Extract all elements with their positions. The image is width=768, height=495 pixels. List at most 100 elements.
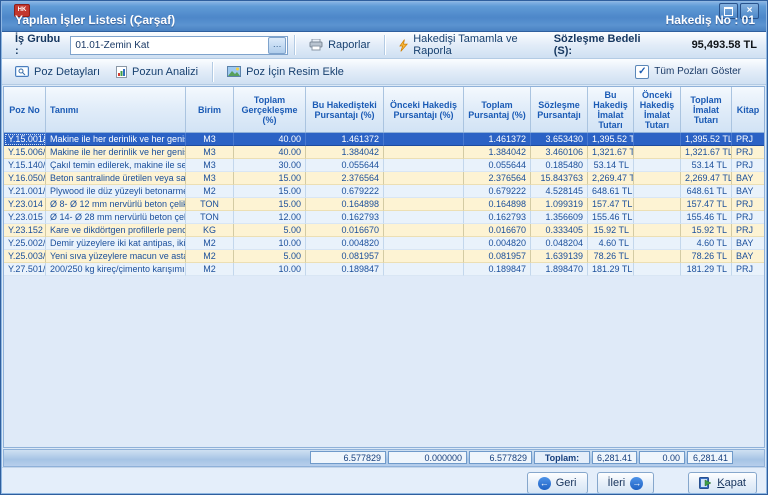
cell-bu_tutar: 181.29 TL — [588, 263, 634, 276]
resim-ekle-button[interactable]: Poz İçin Resim Ekle — [219, 63, 352, 81]
cell-gerceklesme: 15.00 — [234, 198, 306, 211]
table-row[interactable]: Y.16.050/04Beton santralinde üretilen ve… — [4, 172, 764, 185]
cell-onceki_tutar — [634, 198, 681, 211]
summary-toplam-pursantaj: 6.577829 — [469, 451, 532, 464]
cell-poz: Y.15.140/04 — [4, 159, 46, 172]
raporlar-button[interactable]: Raporlar — [301, 36, 378, 54]
cell-tanim: Makine ile her derinlik ve her genişlikt… — [46, 146, 186, 159]
table-row[interactable]: Y.15.001/2BMakine ile her derinlik ve he… — [4, 133, 764, 146]
cell-tanim: Yeni sıva yüzeylere macun ve astar uyg — [46, 250, 186, 263]
cell-onceki_tutar — [634, 211, 681, 224]
col-bu-hakedis-imalat[interactable]: Bu Hakediş İmalat Tutarı — [588, 87, 634, 132]
cell-toplam_tutar: 157.47 TL — [681, 198, 732, 211]
cell-onceki_tutar — [634, 159, 681, 172]
cell-toplam_purs: 0.055644 — [464, 159, 531, 172]
kapat-button[interactable]: Kapat — [688, 472, 757, 494]
tum-pozlar-toggle[interactable]: ✓ Tüm Pozları Göster — [635, 65, 741, 79]
table-row[interactable]: Y.23.152Kare ve dikdörtgen profillerle p… — [4, 224, 764, 237]
raporlar-label: Raporlar — [328, 39, 370, 51]
works-table: Poz No Tanımı Birim Toplam Gerçekleşme (… — [3, 86, 765, 448]
cell-gerceklesme: 30.00 — [234, 159, 306, 172]
hakedisi-tamamla-button[interactable]: Hakedişi Tamamla ve Raporla — [391, 30, 554, 60]
cell-toplam_purs: 1.384042 — [464, 146, 531, 159]
cell-kitap: BAY — [732, 185, 764, 198]
summary-bu-tutar: 6,281.41 — [592, 451, 637, 464]
table-body: Y.15.001/2BMakine ile her derinlik ve he… — [4, 133, 764, 276]
cell-toplam_purs: 0.679222 — [464, 185, 531, 198]
cell-tanim: Kare ve dikdörtgen profillerle pencere — [46, 224, 186, 237]
cell-toplam_tutar: 53.14 TL — [681, 159, 732, 172]
cell-gerceklesme: 5.00 — [234, 224, 306, 237]
cell-onceki_purs — [384, 224, 464, 237]
cell-bu_purs: 0.679222 — [306, 185, 384, 198]
pozun-analizi-button[interactable]: Pozun Analizi — [108, 63, 206, 81]
col-birim[interactable]: Birim — [186, 87, 234, 132]
cell-bu_purs: 0.081957 — [306, 250, 384, 263]
cell-toplam_tutar: 1,395.52 TL — [681, 133, 732, 146]
printer-icon — [309, 39, 323, 51]
cell-toplam_purs: 2.376564 — [464, 172, 531, 185]
cell-tanim: 200/250 kg kireç/çimento karışımı kab — [46, 263, 186, 276]
cell-bu_tutar: 155.46 TL — [588, 211, 634, 224]
cell-birim: KG — [186, 224, 234, 237]
cell-onceki_tutar — [634, 263, 681, 276]
cell-bu_purs: 0.189847 — [306, 263, 384, 276]
geri-button[interactable]: ← Geri — [527, 472, 588, 494]
cell-toplam_tutar: 4.60 TL — [681, 237, 732, 250]
cell-bu_purs: 2.376564 — [306, 172, 384, 185]
cell-gerceklesme: 12.00 — [234, 211, 306, 224]
col-toplam-gerceklesme[interactable]: Toplam Gerçekleşme (%) — [234, 87, 306, 132]
poz-detaylari-button[interactable]: Poz Detayları — [7, 63, 108, 81]
cell-toplam_purs: 0.004820 — [464, 237, 531, 250]
cell-bu_tutar: 1,321.67 TL — [588, 146, 634, 159]
checkbox-icon[interactable]: ✓ — [635, 65, 649, 79]
cell-toplam_tutar: 78.26 TL — [681, 250, 732, 263]
poz-detaylari-label: Poz Detayları — [34, 66, 100, 78]
col-kitap[interactable]: Kitap — [732, 87, 764, 132]
cell-tanim: Plywood ile düz yüzeyli betonarme kal — [46, 185, 186, 198]
table-row[interactable]: Y.25.003/11Yeni sıva yüzeylere macun ve … — [4, 250, 764, 263]
cell-kitap: PRJ — [732, 133, 764, 146]
col-toplam-imalat[interactable]: Toplam İmalat Tutarı — [681, 87, 732, 132]
combo-ellipsis-button[interactable]: … — [268, 37, 286, 54]
cell-birim: TON — [186, 211, 234, 224]
ileri-button[interactable]: İleri → — [597, 472, 655, 494]
cell-sozlesme_purs: 1.639139 — [531, 250, 588, 263]
col-onceki-hakedis-imalat[interactable]: Önceki Hakediş İmalat Tutarı — [634, 87, 681, 132]
cell-toplam_purs: 0.189847 — [464, 263, 531, 276]
secondary-toolbar: Poz Detayları Pozun Analizi Poz İçin Res… — [1, 59, 767, 85]
cell-poz: Y.16.050/04 — [4, 172, 46, 185]
cell-birim: M3 — [186, 172, 234, 185]
summary-bu-pursantaj: 6.577829 — [310, 451, 386, 464]
col-toplam-pursantaj[interactable]: Toplam Pursantaj (%) — [464, 87, 531, 132]
cell-bu_tutar: 78.26 TL — [588, 250, 634, 263]
forward-arrow-icon: → — [630, 477, 643, 490]
cell-birim: M3 — [186, 133, 234, 146]
cell-poz: Y.23.152 — [4, 224, 46, 237]
is-grubu-combobox[interactable]: 01.01-Zemin Kat … — [70, 36, 288, 55]
col-poz-no[interactable]: Poz No — [4, 87, 46, 132]
table-row[interactable]: Y.25.002/02Demir yüzeylere iki kat antip… — [4, 237, 764, 250]
table-row[interactable]: Y.27.501/02200/250 kg kireç/çimento karı… — [4, 263, 764, 276]
cell-onceki_purs — [384, 198, 464, 211]
col-bu-hakedisteki-pursantaj[interactable]: Bu Hakedişteki Pursantajı (%) — [306, 87, 384, 132]
cell-bu_purs: 1.461372 — [306, 133, 384, 146]
cell-kitap: PRJ — [732, 263, 764, 276]
cell-poz: Y.25.002/02 — [4, 237, 46, 250]
col-onceki-hakedis-pursantaj[interactable]: Önceki Hakediş Pursantajı (%) — [384, 87, 464, 132]
col-tanimi[interactable]: Tanımı — [46, 87, 186, 132]
table-row[interactable]: Y.23.014Ø 8- Ø 12 mm nervürlü beton çeli… — [4, 198, 764, 211]
table-row[interactable]: Y.21.001/03Plywood ile düz yüzeyli beton… — [4, 185, 764, 198]
toolbar-separator — [384, 35, 385, 55]
cell-onceki_purs — [384, 172, 464, 185]
col-sozlesme-pursantaji[interactable]: Sözleşme Pursantajı — [531, 87, 588, 132]
lightning-icon — [399, 39, 408, 52]
table-row[interactable]: Y.15.006/2BMakine ile her derinlik ve he… — [4, 146, 764, 159]
table-row[interactable]: Y.15.140/04Çakıl temin edilerek, makine … — [4, 159, 764, 172]
image-icon — [227, 66, 241, 77]
tum-pozlar-label: Tüm Pozları Göster — [654, 66, 741, 77]
cell-sozlesme_purs: 1.898470 — [531, 263, 588, 276]
cell-poz: Y.27.501/02 — [4, 263, 46, 276]
cell-bu_tutar: 15.92 TL — [588, 224, 634, 237]
table-row[interactable]: Y.23.015Ø 14- Ø 28 mm nervürlü beton çel… — [4, 211, 764, 224]
